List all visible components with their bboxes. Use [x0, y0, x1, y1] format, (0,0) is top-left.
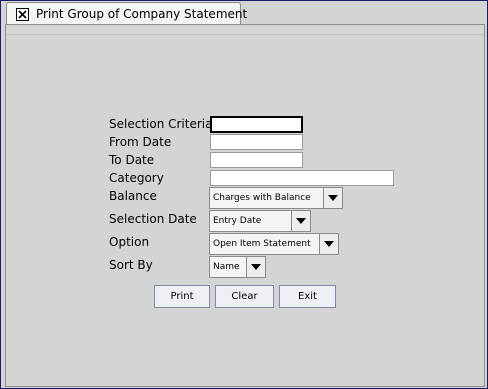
chevron-down-icon[interactable]	[246, 257, 265, 277]
selection-date-label: Selection Date	[109, 212, 197, 226]
from-date-label: From Date	[109, 135, 172, 149]
option-value: Open Item Statement	[213, 239, 311, 249]
from-date-field[interactable]	[210, 134, 303, 150]
selection-criteria-label: Selection Criteria	[109, 117, 213, 131]
balance-dropdown[interactable]: Charges with Balance	[209, 187, 343, 209]
sort-by-value: Name	[213, 262, 240, 272]
sort-by-label: Sort By	[109, 258, 153, 272]
balance-label: Balance	[109, 189, 157, 203]
balance-value: Charges with Balance	[213, 193, 311, 203]
category-field[interactable]	[210, 170, 394, 186]
selection-criteria-field[interactable]	[210, 116, 303, 133]
app-window: Print Group of Company Statement Selecti…	[0, 0, 488, 389]
chevron-down-icon[interactable]	[291, 211, 310, 231]
close-icon[interactable]	[16, 8, 29, 21]
chevron-down-icon[interactable]	[323, 188, 342, 208]
to-date-label: To Date	[109, 153, 155, 167]
chevron-down-icon[interactable]	[319, 234, 338, 254]
selection-date-dropdown[interactable]: Entry Date	[209, 210, 311, 232]
sort-by-dropdown[interactable]: Name	[209, 256, 266, 278]
exit-button[interactable]: Exit	[279, 285, 336, 308]
to-date-field[interactable]	[210, 152, 303, 168]
selection-date-value: Entry Date	[213, 216, 262, 226]
clear-button[interactable]: Clear	[215, 285, 274, 308]
tab-title: Print Group of Company Statement	[36, 7, 248, 21]
tab-print-group-statement[interactable]: Print Group of Company Statement	[6, 2, 247, 25]
category-label: Category	[109, 171, 164, 185]
option-label: Option	[109, 235, 150, 249]
print-button[interactable]: Print	[154, 285, 210, 308]
panel-top-band	[6, 25, 484, 35]
option-dropdown[interactable]: Open Item Statement	[209, 233, 339, 255]
